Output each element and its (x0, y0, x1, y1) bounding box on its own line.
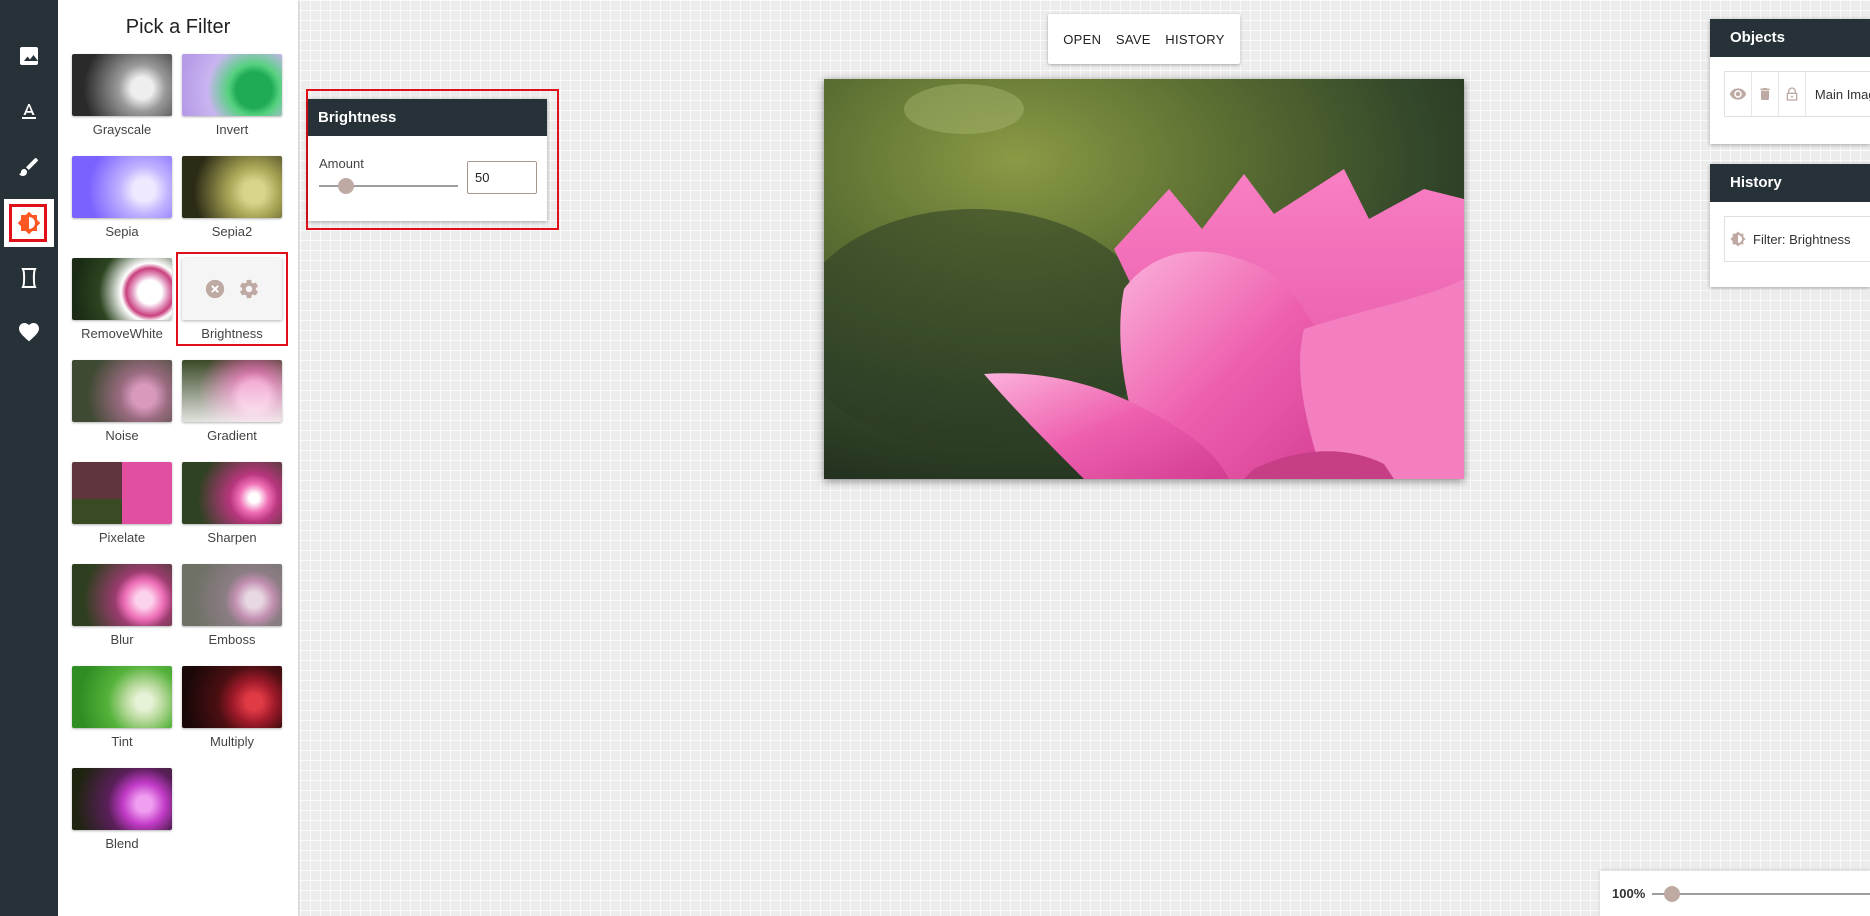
frame-icon (21, 268, 37, 288)
filter-label: Tint (111, 734, 133, 749)
lock-icon (1786, 87, 1798, 101)
filter-label: Gradient (207, 428, 257, 443)
filter-label: Sepia2 (211, 224, 253, 239)
panel-title: Objects (1710, 19, 1870, 57)
filter-label: Blur (110, 632, 134, 647)
filter-invert[interactable]: Invert (182, 54, 282, 137)
zoom-level: 100% (1612, 886, 1646, 901)
zoom-bar: 100% (1600, 871, 1870, 916)
filter-thumbnail (72, 564, 172, 626)
filter-sharpen[interactable]: Sharpen (182, 462, 282, 545)
filter-label: Brightness (201, 326, 263, 341)
draw-tool-button[interactable] (4, 143, 54, 191)
tool-sidebar (0, 0, 58, 916)
filter-thumbnail (182, 54, 282, 116)
frame-tool-button[interactable] (4, 254, 54, 302)
history-item[interactable]: Filter: Brightness (1724, 216, 1870, 262)
filter-thumbnail (182, 564, 282, 626)
save-button[interactable]: SAVE (1116, 32, 1151, 47)
filter-brightness[interactable]: Brightness (176, 252, 288, 346)
filter-label: Multiply (209, 734, 255, 749)
panel-title: Brightness (308, 99, 547, 136)
lock-object-button[interactable] (1779, 72, 1806, 116)
close-circle-icon (205, 279, 225, 299)
filter-blend[interactable]: Blend (72, 768, 172, 851)
filter-thumbnail (182, 156, 282, 218)
filter-label: Emboss (208, 632, 256, 647)
filter-thumbnail (182, 360, 282, 422)
eye-icon (1729, 88, 1747, 100)
history-item-label: Filter: Brightness (1753, 231, 1851, 247)
filter-thumbnail (72, 768, 172, 830)
filter-label: Sharpen (207, 530, 257, 545)
filter-sepia2[interactable]: Sepia2 (182, 156, 282, 239)
filter-thumbnail (72, 462, 172, 524)
filter-settings-button[interactable] (238, 278, 260, 300)
filter-thumbnail (72, 666, 172, 728)
amount-label: Amount (319, 156, 364, 171)
object-name: Main Image (1814, 86, 1870, 102)
filter-grayscale[interactable]: Grayscale (72, 54, 172, 137)
filter-actions (182, 258, 282, 320)
filter-thumbnail (182, 462, 282, 524)
filter-label: Blend (105, 836, 139, 851)
filter-pixelate[interactable]: Pixelate (72, 462, 172, 545)
brightness-settings-panel: Brightness Amount (308, 99, 547, 221)
history-item-icon-wrap (1725, 217, 1751, 261)
filter-thumbnail (182, 258, 282, 320)
remove-filter-button[interactable] (204, 278, 226, 300)
filter-tint[interactable]: Tint (72, 666, 172, 749)
history-button[interactable]: HISTORY (1165, 32, 1224, 47)
canvas-image[interactable] (824, 79, 1464, 479)
panel-title: History (1710, 164, 1870, 202)
stickers-tool-button[interactable] (4, 308, 54, 356)
filter-thumbnail (182, 666, 282, 728)
filter-thumbnail (72, 156, 172, 218)
filter-panel: Pick a Filter Grayscale Invert Sepia Sep… (58, 0, 298, 916)
filter-multiply[interactable]: Multiply (182, 666, 282, 749)
filters-tool-button[interactable] (4, 199, 54, 247)
filter-label: Noise (105, 428, 139, 443)
gear-icon (240, 279, 258, 299)
open-button[interactable]: OPEN (1063, 32, 1101, 47)
text-tool-button[interactable] (4, 88, 54, 136)
delete-object-button[interactable] (1752, 72, 1779, 116)
filter-emboss[interactable]: Emboss (182, 564, 282, 647)
filter-label: Grayscale (92, 122, 152, 137)
filter-blur[interactable]: Blur (72, 564, 172, 647)
lotus-photo (824, 79, 1464, 479)
zoom-slider-thumb[interactable] (1664, 886, 1680, 902)
amount-input[interactable] (467, 161, 537, 194)
brightness-filter-icon (1730, 231, 1746, 247)
filter-label: Pixelate (98, 530, 146, 545)
object-row[interactable]: Main Image (1724, 71, 1870, 117)
top-menu: OPEN SAVE HISTORY (1048, 14, 1240, 64)
filter-label: RemoveWhite (81, 326, 163, 341)
trash-icon (1760, 88, 1770, 100)
amount-slider-thumb[interactable] (338, 178, 354, 194)
brush-icon (19, 157, 39, 176)
selection-highlight (9, 204, 47, 242)
filter-gradient[interactable]: Gradient (182, 360, 282, 443)
filter-removewhite[interactable]: RemoveWhite (72, 258, 172, 341)
history-panel: History Filter: Brightness (1710, 164, 1870, 287)
text-format-icon (22, 104, 36, 119)
filter-panel-title: Pick a Filter (125, 16, 231, 38)
filter-noise[interactable]: Noise (72, 360, 172, 443)
filter-sepia[interactable]: Sepia (72, 156, 172, 239)
filter-thumbnail (72, 360, 172, 422)
image-tool-button[interactable] (4, 32, 54, 80)
visibility-toggle[interactable] (1725, 72, 1752, 116)
image-icon (20, 47, 38, 65)
filter-label: Sepia (105, 224, 139, 239)
filter-thumbnail (72, 54, 172, 116)
filter-label: Invert (215, 122, 249, 137)
zoom-slider-track[interactable] (1652, 893, 1870, 895)
filter-thumbnail (72, 258, 172, 320)
objects-panel: Objects Main Image (1710, 19, 1870, 144)
heart-icon (19, 323, 39, 342)
